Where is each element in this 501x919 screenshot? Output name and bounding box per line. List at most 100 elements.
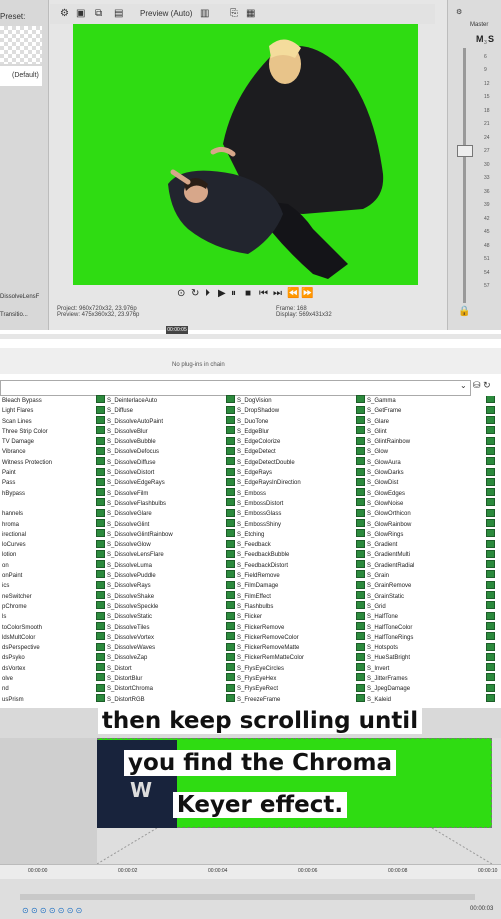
plugin-item[interactable]: S_EdgeBlur — [226, 426, 351, 437]
record-button-icon[interactable]: ⊙ — [22, 906, 29, 915]
plugin-item[interactable]: S_DissolveBlur — [96, 426, 221, 437]
plugin-item[interactable]: S_FeedbackDistort — [226, 560, 351, 571]
loop-icon[interactable]: ↻ — [191, 288, 199, 299]
overlays-icon[interactable]: ▥ — [200, 8, 209, 19]
plugin-item[interactable]: S_DissolveRays — [96, 580, 221, 591]
plugin-item[interactable]: S_DissolveBubble — [96, 436, 221, 447]
plugin-item[interactable]: S_HalfToneColor — [356, 621, 481, 633]
plugin-item[interactable]: on — [0, 561, 92, 571]
plugin-item[interactable]: pChrome — [0, 602, 92, 612]
plugin-item[interactable]: nd — [0, 684, 92, 694]
plugin-item[interactable]: neSwitcher — [0, 592, 92, 602]
plugin-item[interactable]: S_EmbossGlass — [226, 508, 351, 519]
plugin-item[interactable]: S_Distort — [96, 663, 221, 674]
plugin-item[interactable]: S_DissolveZap — [96, 652, 221, 663]
plugin-item[interactable]: Light Flares — [0, 406, 92, 416]
plugin-item[interactable]: S_Gamma — [356, 395, 481, 406]
plugin-item[interactable]: S_Glare — [356, 416, 481, 427]
mute-button[interactable]: M — [476, 34, 484, 44]
plugin-item[interactable]: S_EmbossDistort — [226, 498, 351, 509]
plugin-item[interactable]: S_DistortChroma — [96, 683, 221, 694]
plugin-item[interactable]: S_EmbossShiny — [226, 518, 351, 530]
end-button-icon[interactable]: ⊙ — [76, 906, 83, 915]
lock-icon[interactable]: 🔒 — [458, 306, 470, 317]
plugin-item[interactable]: S_Invert — [356, 663, 481, 674]
plugin-item[interactable]: loCurves — [0, 540, 92, 550]
copy-snapshot-icon[interactable]: ⎘ — [230, 8, 238, 19]
plugin-item[interactable]: S_EdgeRaysInDirection — [226, 477, 351, 488]
window-separator[interactable] — [0, 334, 501, 339]
plugin-item[interactable]: S_Flashbulbs — [226, 601, 351, 612]
plugin-item[interactable]: dsPsyko — [0, 653, 92, 663]
plugin-item[interactable]: S_DogVision — [226, 395, 351, 406]
refresh-icon[interactable]: ↻ — [483, 380, 491, 390]
plugin-item[interactable]: S_GlowRainbow — [356, 518, 481, 530]
plugin-item[interactable]: S_EdgeColorize — [226, 436, 351, 447]
plugin-item[interactable]: S_DissolveShake — [96, 591, 221, 602]
layout-icon[interactable]: ▤ — [114, 8, 123, 19]
plugin-item[interactable]: S_FlickerRemoveMatte — [226, 642, 351, 653]
play-from-start-icon[interactable]: ⏵ — [205, 288, 210, 299]
plugin-item[interactable]: S_FlysEyeRect — [226, 683, 351, 694]
plugin-item[interactable]: S_FlysEyeCircles — [226, 663, 351, 674]
previous-frame-icon[interactable]: ⏪ — [287, 288, 299, 299]
plugin-item[interactable]: S_DissolveStatic — [96, 611, 221, 622]
plugin-item[interactable]: S_DissolveGlow — [96, 539, 221, 550]
plugin-item[interactable]: S_Grid — [356, 601, 481, 612]
plugin-item[interactable]: S_DissolveAutoPaint — [96, 416, 221, 427]
plugin-item[interactable]: S_DissolveEdgeRays — [96, 477, 221, 488]
pause-button-icon[interactable]: ⊙ — [49, 906, 56, 915]
plugin-item[interactable]: S_Diffuse — [96, 405, 221, 416]
plugin-item[interactable]: S_Hotspots — [356, 642, 481, 653]
plugin-item[interactable]: S_Gradient — [356, 539, 481, 550]
plugin-item[interactable]: S_FlickerRemove — [226, 621, 351, 633]
plugin-item[interactable]: S_GradientRadial — [356, 560, 481, 571]
plugin-item[interactable]: S_GetFrame — [356, 405, 481, 416]
plugin-item[interactable]: Witness Protection — [0, 458, 92, 468]
plugin-item[interactable]: S_GlintRainbow — [356, 436, 481, 447]
plugin-item[interactable]: onPaint — [0, 571, 92, 581]
preview-quality-dropdown[interactable]: Preview (Auto) — [140, 9, 192, 18]
plugin-item[interactable]: S_DissolveLuma — [96, 560, 221, 571]
loop-button-icon[interactable]: ⊙ — [31, 906, 38, 915]
plugin-item[interactable]: S_Grain — [356, 570, 481, 581]
chevron-down-icon[interactable]: ⌄ — [460, 381, 467, 390]
plugin-item[interactable]: S_DissolveTiles — [96, 621, 221, 633]
plugin-item[interactable]: hannels — [0, 509, 92, 519]
plugin-item[interactable]: S_DissolveSpeckle — [96, 601, 221, 612]
plugin-item[interactable]: S_DissolveVortex — [96, 632, 221, 643]
plugin-item[interactable]: Bleach Bypass — [0, 396, 92, 406]
play-button-icon[interactable]: ⊙ — [40, 906, 47, 915]
master-fader-track[interactable] — [463, 48, 466, 303]
plugin-item[interactable]: S_GradientMulti — [356, 549, 481, 560]
plugin-item[interactable]: S_EdgeDetectDouble — [226, 457, 351, 468]
plugin-item[interactable]: ics — [0, 581, 92, 591]
plugin-item[interactable]: S_DissolvePuddle — [96, 570, 221, 581]
play-icon[interactable]: ▶ — [218, 288, 226, 299]
external-monitor-icon[interactable]: ▣ — [76, 8, 85, 19]
plugin-item[interactable]: hBypass — [0, 489, 92, 499]
plugin-item[interactable]: S_GlowAura — [356, 457, 481, 468]
plugin-item[interactable]: S_GlowOrthicon — [356, 508, 481, 519]
plugin-item[interactable]: S_FlickerRemoveColor — [226, 632, 351, 643]
plugin-item[interactable]: TV Damage — [0, 437, 92, 447]
plugin-item[interactable]: S_DissolveFlashbulbs — [96, 498, 221, 509]
plugin-item[interactable]: S_FlysEyeHex — [226, 673, 351, 684]
save-snapshot-icon[interactable]: ▦ — [246, 8, 255, 19]
plugin-item[interactable]: dsPerspective — [0, 643, 92, 653]
plugin-item[interactable]: S_Glint — [356, 426, 481, 437]
plugin-item[interactable]: S_DeinterlaceAuto — [96, 395, 221, 406]
plugin-item[interactable]: S_GlowDarks — [356, 467, 481, 478]
gear-icon[interactable]: ⚙ — [60, 8, 69, 19]
plugin-item[interactable]: Vibrance — [0, 447, 92, 457]
plugin-item[interactable]: S_Flicker — [226, 611, 351, 622]
plugin-item[interactable]: hroma — [0, 520, 92, 530]
plugin-item[interactable]: S_JpegDamage — [356, 683, 481, 694]
record-icon[interactable]: ⊙ — [177, 288, 185, 299]
master-gear-icon[interactable]: ⚙ — [456, 8, 462, 16]
next-frame-icon[interactable]: ⏩ — [301, 288, 313, 299]
plugin-item[interactable]: S_Etching — [226, 529, 351, 540]
save-chain-icon[interactable]: ⛁ — [473, 380, 481, 390]
plugin-item[interactable]: S_Feedback — [226, 539, 351, 550]
plugin-item[interactable]: S_GlowRings — [356, 529, 481, 540]
